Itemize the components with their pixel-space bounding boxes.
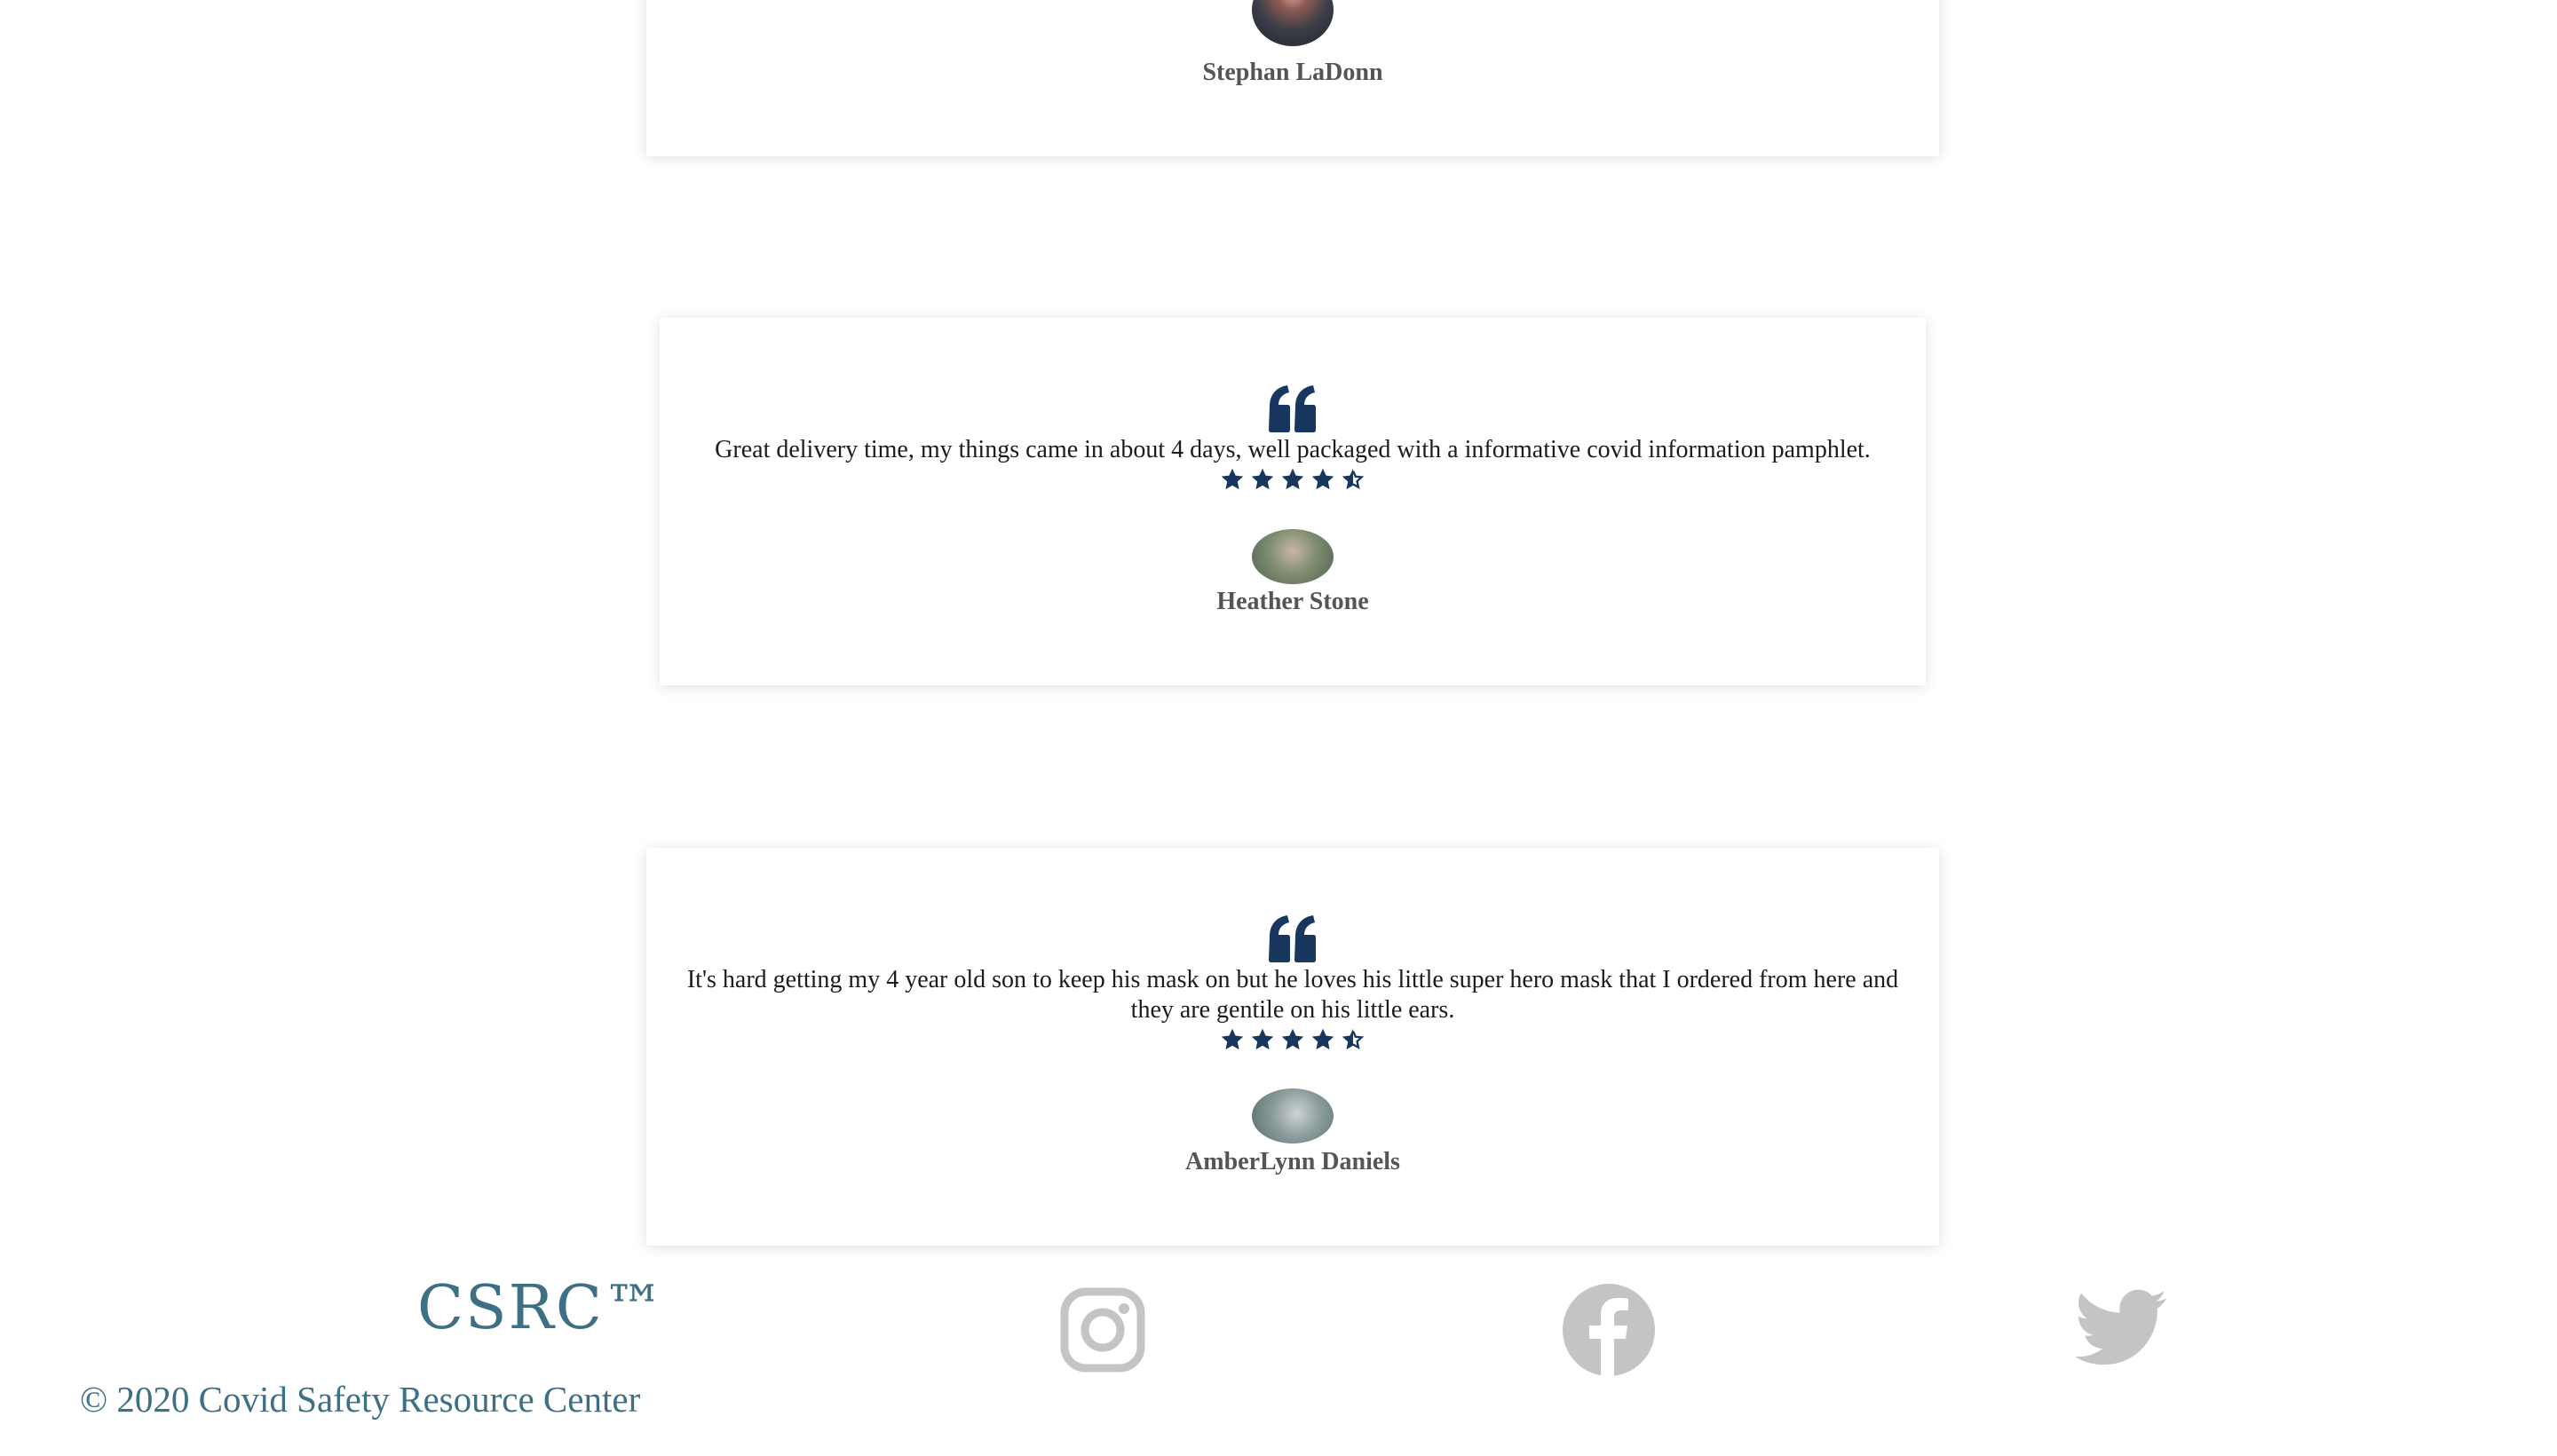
star-icon [1311, 1028, 1334, 1050]
quote-icon [1269, 915, 1316, 962]
reviewer-name: Stephan LaDonn [1202, 59, 1383, 86]
instagram-icon[interactable] [1060, 1287, 1145, 1373]
review-text: It's hard getting my 4 year old son to k… [686, 966, 1899, 1024]
star-icon [1251, 468, 1274, 490]
star-icon [1221, 468, 1244, 490]
facebook-icon[interactable] [1563, 1284, 1655, 1376]
footer-logo[interactable]: CSRC™ [417, 1278, 666, 1339]
twitter-icon[interactable] [2076, 1289, 2168, 1367]
star-rating [1220, 467, 1366, 492]
testimonial-card: It's hard getting my 4 year old son to k… [646, 848, 1939, 1246]
star-half-icon [1342, 468, 1365, 490]
reviewer-avatar [1252, 529, 1334, 584]
review-text: Great delivery time, my things came in a… [715, 436, 1871, 463]
reviewer-avatar [1252, 1088, 1334, 1143]
copyright-text: © 2020 Covid Safety Resource Center [80, 1379, 641, 1420]
star-half-icon [1342, 1028, 1365, 1050]
star-icon [1251, 1028, 1274, 1050]
testimonial-card: Great delivery time, my things came in a… [660, 318, 1926, 685]
quote-icon [1269, 385, 1316, 432]
star-icon [1281, 1028, 1304, 1050]
testimonial-card: Stephan LaDonn [646, 0, 1939, 156]
star-rating [1220, 1027, 1366, 1052]
star-icon [1311, 468, 1334, 490]
star-icon [1281, 468, 1304, 490]
reviewer-name: Heather Stone [1216, 588, 1369, 615]
reviewer-avatar [1252, 0, 1334, 46]
reviewer-name: AmberLynn Daniels [1185, 1148, 1400, 1175]
star-icon [1221, 1028, 1244, 1050]
